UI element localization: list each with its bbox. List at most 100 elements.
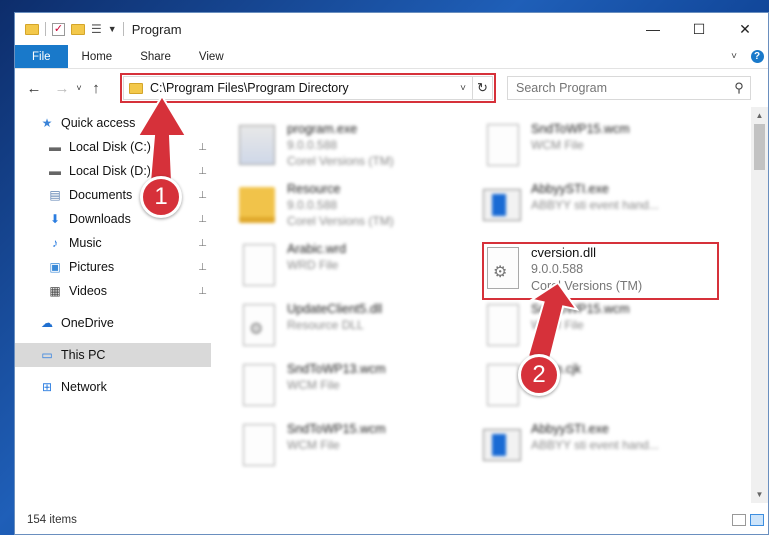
tiles-view-icon[interactable] — [750, 513, 764, 526]
expand-ribbon-icon[interactable]: ˅ — [722, 45, 746, 68]
title-bar: ✓ ☰ ▼ Program — ☐ ✕ — [15, 13, 768, 45]
videos-icon: ▦ — [49, 284, 61, 298]
file-name: Arabic.wrd — [287, 242, 347, 256]
file-item[interactable]: SndToWP15.wcm WCM File — [483, 121, 723, 177]
file-item[interactable]: AbbyySTI.exe ABBYY sti event hand... — [483, 421, 723, 477]
address-path[interactable]: C:\Program Files\Program Directory — [150, 81, 454, 95]
scroll-down-icon[interactable]: ▼ — [751, 486, 768, 503]
maximize-button[interactable]: ☐ — [676, 13, 722, 45]
file-list: program.exe 9.0.0.588 Corel Versions (TM) … — [211, 107, 768, 503]
file-item[interactable]: SndToWP15.wcm WCM File — [483, 301, 723, 357]
sidebar-item-label: OneDrive — [61, 316, 114, 330]
address-bar[interactable]: C:\Program Files\Program Directory ˅ ↻ — [123, 76, 493, 100]
music-icon: ♪ — [52, 236, 58, 250]
document-icon — [487, 124, 519, 166]
explorer-window: ✓ ☰ ▼ Program — ☐ ✕ File Home Share View… — [14, 12, 769, 535]
file-detail: Resource DLL — [287, 318, 364, 332]
cloud-icon: ☁ — [41, 316, 53, 330]
file-detail: WCM File — [287, 378, 340, 392]
pin-icon[interactable]: ⊥ — [198, 142, 207, 153]
sidebar-item-pictures[interactable]: ▣ Pictures ⊥ — [15, 255, 211, 279]
file-item[interactable]: ⚙ UpdateClient5.dll Resource DLL — [239, 301, 479, 357]
tab-share[interactable]: Share — [126, 45, 185, 68]
exe-icon — [239, 125, 275, 165]
forward-button[interactable]: → — [51, 80, 73, 97]
sidebar-item-label: This PC — [61, 348, 106, 362]
file-company: Corel Versions (TM) — [531, 279, 643, 293]
pin-icon[interactable]: ⊥ — [198, 286, 207, 297]
network-icon: ⊞ — [41, 380, 53, 394]
pictures-icon: ▣ — [49, 260, 61, 274]
close-button[interactable]: ✕ — [722, 13, 768, 45]
file-detail: WCM File — [531, 138, 584, 152]
file-name: SndToWP13.wcm — [287, 362, 386, 376]
step-badge-1: 1 — [140, 176, 182, 218]
navigation-pane: ★ Quick access ▬ Local Disk (C:) ⊥ ▬ Loc… — [15, 107, 211, 503]
sidebar-item-quick-access[interactable]: ★ Quick access — [15, 111, 211, 135]
computer-icon: ▭ — [41, 348, 53, 362]
sidebar-item-label: Pictures — [69, 260, 115, 274]
back-button[interactable]: ← — [23, 80, 45, 97]
tab-file[interactable]: File — [15, 45, 68, 68]
ribbon-tabs: File Home Share View ˅ ? — [15, 45, 768, 69]
disk-icon: ▬ — [49, 140, 61, 154]
scroll-up-icon[interactable]: ▲ — [751, 107, 768, 124]
sidebar-item-label: Network — [61, 380, 107, 394]
pin-icon[interactable]: ⊥ — [198, 262, 207, 273]
app-icon — [483, 189, 521, 221]
file-detail: 9.0.0.588 — [287, 138, 338, 152]
help-button[interactable]: ? — [746, 45, 768, 68]
sidebar-item-music[interactable]: ♪ Music ⊥ — [15, 231, 211, 255]
up-button[interactable]: ↑ — [85, 80, 107, 97]
folder-icon — [239, 187, 275, 223]
file-detail: Corel Versions (TM) — [287, 214, 394, 228]
toolbar-divider — [122, 22, 124, 36]
search-icon[interactable]: ⚲ — [728, 80, 750, 96]
sidebar-item-this-pc[interactable]: ▭ This PC — [15, 343, 211, 367]
properties-check-icon[interactable]: ✓ — [52, 22, 65, 36]
search-box[interactable]: ⚲ — [507, 76, 751, 100]
qat-dropdown-icon[interactable]: ▼ — [108, 24, 117, 34]
file-item-cversion-dll[interactable]: ⚙ cversion.dll 9.0.0.588 Corel Versions … — [483, 244, 719, 300]
sidebar-item-label: Documents — [69, 188, 133, 202]
search-input[interactable] — [508, 81, 728, 95]
address-dropdown-icon[interactable]: ˅ — [454, 83, 472, 94]
help-icon: ? — [750, 50, 764, 63]
file-name: cversion.dll — [531, 245, 597, 260]
pin-icon[interactable]: ⊥ — [198, 238, 207, 249]
minimize-button[interactable]: — — [630, 13, 676, 45]
sidebar-item-network[interactable]: ⊞ Network — [15, 375, 211, 399]
customize-icon[interactable]: ☰ — [91, 22, 102, 36]
new-folder-icon[interactable] — [71, 23, 85, 35]
file-item[interactable]: Arabic.wrd WRD File — [239, 241, 479, 297]
recent-locations-button[interactable]: ˅ — [73, 83, 85, 93]
sidebar-item-onedrive[interactable]: ☁ OneDrive — [15, 311, 211, 335]
file-item[interactable]: Resource 9.0.0.588 Corel Versions (TM) — [239, 181, 479, 237]
tab-home[interactable]: Home — [68, 45, 127, 68]
sidebar-item-videos[interactable]: ▦ Videos ⊥ — [15, 279, 211, 303]
document-icon — [243, 244, 275, 286]
sidebar-item-downloads[interactable]: ⬇ Downloads ⊥ — [15, 207, 211, 231]
sidebar-item-local-disk-c[interactable]: ▬ Local Disk (C:) ⊥ — [15, 135, 211, 159]
file-item[interactable]: SndToWP13.wcm WCM File — [239, 361, 479, 417]
pin-icon[interactable]: ⊥ — [198, 214, 207, 225]
sidebar-item-label: Music — [69, 236, 102, 250]
file-name: program.exe — [287, 122, 358, 136]
pin-icon[interactable]: ⊥ — [198, 166, 207, 177]
app-icon — [483, 429, 521, 461]
file-detail: 9.0.0.588 — [287, 198, 338, 212]
file-name: AbbyySTI.exe — [531, 422, 609, 436]
file-detail: ABBYY sti event hand... — [531, 198, 659, 212]
tab-view[interactable]: View — [185, 45, 238, 68]
file-item[interactable]: program.exe 9.0.0.588 Corel Versions (TM) — [239, 121, 479, 177]
sidebar-item-local-disk-d[interactable]: ▬ Local Disk (D:) ⊥ — [15, 159, 211, 183]
vertical-scrollbar[interactable]: ▲ ▼ — [751, 107, 768, 503]
refresh-button[interactable]: ↻ — [472, 77, 492, 99]
file-item[interactable]: SndToWP15.wcm WCM File — [239, 421, 479, 477]
file-name: AbbyySTI.exe — [531, 182, 609, 196]
pin-icon[interactable]: ⊥ — [198, 190, 207, 201]
sidebar-item-label: Quick access — [61, 116, 136, 130]
file-item[interactable]: AbbyySTI.exe ABBYY sti event hand... — [483, 181, 723, 237]
details-view-icon[interactable] — [732, 513, 746, 526]
scroll-thumb[interactable] — [754, 124, 765, 170]
